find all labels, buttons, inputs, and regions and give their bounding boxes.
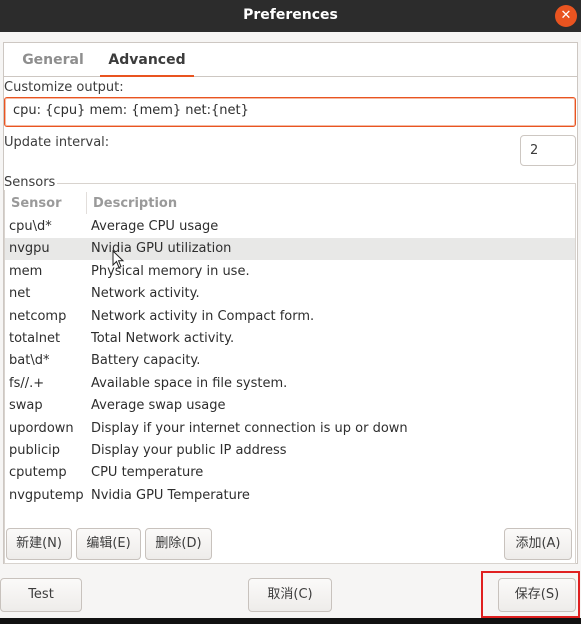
sensor-row[interactable]: totalnet Total Network activity. [5,328,575,350]
sensors-legend: Sensors [4,175,58,190]
sensor-row[interactable]: net Network activity. [5,283,575,305]
titlebar: Preferences ✕ [0,0,581,32]
update-interval-label: Update interval: [4,135,110,150]
sensor-row[interactable]: cpu\d* Average CPU usage [5,216,575,238]
test-button[interactable]: Test [0,578,82,612]
sensor-row[interactable]: publicip Display your public IP address [5,440,575,462]
customize-output-label: Customize output: [4,80,124,95]
sensor-row[interactable]: upordown Display if your internet connect… [5,418,575,440]
sensor-description-cell: Network activity. [91,286,200,302]
sensor-row[interactable]: nvgpu Nvidia GPU utilization [5,238,575,261]
sensor-name-cell: net [9,286,31,302]
sensor-name-cell: bat\d* [9,353,50,369]
sensor-description-cell: Total Network activity. [91,331,235,346]
sensor-description-cell: Battery capacity. [91,353,201,369]
sensor-name-cell: swap [9,398,43,414]
edit-sensor-button[interactable]: 编辑(E) [76,528,141,560]
update-interval-input[interactable]: 2 [520,135,576,166]
sensor-name-cell: mem [9,263,43,279]
sensor-description-cell: Available space in file system. [91,375,288,391]
sensor-description-cell: Average swap usage [91,398,226,414]
sensor-description-cell: Nvidia GPU Temperature [91,487,250,503]
sensor-name-cell: cpu\d* [9,219,52,234]
column-header-description[interactable]: Description [93,196,177,211]
mouse-pointer-icon [112,250,125,269]
sensor-description-cell: Average CPU usage [91,219,219,234]
tab-bar: General Advanced [4,43,577,77]
sensor-description-cell: Network activity in Compact form. [91,308,315,324]
window-title: Preferences [243,7,338,23]
column-header-sensor[interactable]: Sensor [11,196,62,211]
close-icon[interactable]: ✕ [555,5,577,27]
save-button-highlight [481,571,580,618]
sensor-row[interactable]: mem Physical memory in use. [5,261,575,283]
sensor-row[interactable]: netcomp Network activity in Compact form. [5,306,575,328]
cancel-button[interactable]: 取消(C) [248,578,332,612]
sensor-name-cell: totalnet [9,331,61,346]
preferences-window: Preferences ✕ General Advanced Customize… [0,0,581,624]
add-sensor-button[interactable]: 添加(A) [504,528,572,560]
delete-sensor-button[interactable]: 删除(D) [145,528,212,560]
sensor-description-cell: CPU temperature [91,465,204,481]
bottom-edge [0,618,581,624]
sensor-row[interactable]: cputemp CPU temperature [5,462,575,484]
column-separator [86,192,87,214]
sensor-row[interactable]: nvgputemp Nvidia GPU Temperature [5,485,575,507]
sensor-name-cell: netcomp [9,308,67,324]
sensor-name-cell: cputemp [9,465,67,481]
sensor-row[interactable]: swap Average swap usage [5,395,575,417]
sensor-description-cell: Display if your internet connection is u… [91,420,408,436]
sensor-description-cell: Display your public IP address [91,443,287,458]
sensor-row[interactable]: bat\d* Battery capacity. [5,350,575,372]
sensor-row[interactable]: fs//.+ Available space in file system. [5,373,575,395]
sensor-name-cell: nvgpu [9,241,50,257]
sensor-name-cell: fs//.+ [9,375,45,391]
new-sensor-button[interactable]: 新建(N) [6,528,72,560]
sensor-name-cell: upordown [9,420,74,436]
tab-general[interactable]: General [22,43,84,77]
tab-advanced[interactable]: Advanced [100,43,194,77]
sensor-name-cell: nvgputemp [9,487,84,503]
customize-output-input[interactable]: cpu: {cpu} mem: {mem} net:{net} [4,97,576,127]
sensor-name-cell: publicip [9,443,60,458]
